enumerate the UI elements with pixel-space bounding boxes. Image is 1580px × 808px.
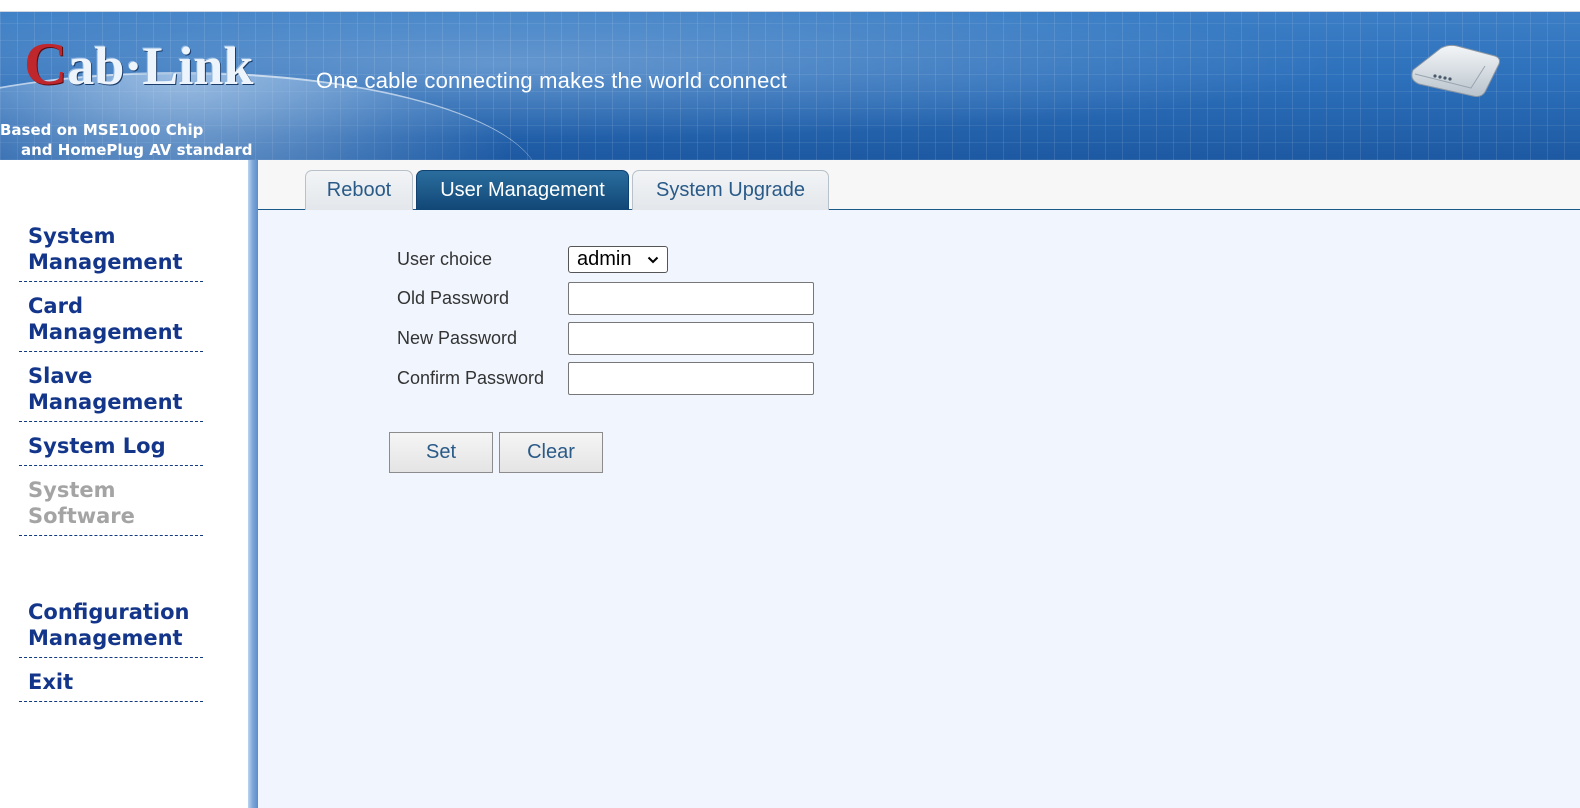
user-choice-select[interactable]: admin	[568, 246, 668, 273]
sidebar-item-exit[interactable]: Exit	[19, 666, 203, 702]
sidebar-item-slave-management[interactable]: Slave Management	[19, 360, 203, 422]
banner-slogan: One cable connecting makes the world con…	[316, 68, 788, 93]
sidebar-item-system-log[interactable]: System Log	[19, 430, 203, 466]
sidebar-item-system-software: System Software	[19, 474, 203, 536]
sidebar-divider	[248, 160, 258, 808]
chip-note: Based on MSE1000 Chip and HomePlug AV st…	[0, 120, 253, 160]
sidebar-nav: System Management Card Management Slave …	[19, 220, 203, 710]
logo-text: ab·Link	[67, 36, 254, 96]
sidebar: System Management Card Management Slave …	[0, 160, 250, 808]
clear-button[interactable]: Clear	[499, 432, 603, 473]
sidebar-item-card-management[interactable]: Card Management	[19, 290, 203, 352]
old-password-label: Old Password	[397, 288, 510, 308]
old-password-field[interactable]	[568, 282, 814, 315]
tab-user-management[interactable]: User Management	[416, 170, 629, 210]
confirm-password-field[interactable]	[568, 362, 814, 395]
user-choice-value: admin	[577, 248, 632, 270]
brand-logo: Cab·Link	[24, 30, 253, 99]
confirm-password-label: Confirm Password	[397, 368, 545, 388]
chevron-down-icon	[647, 256, 659, 264]
sidebar-item-configuration-management[interactable]: Configuration Management	[19, 596, 203, 658]
new-password-field[interactable]	[568, 322, 814, 355]
tab-system-upgrade[interactable]: System Upgrade	[632, 170, 829, 210]
tab-reboot[interactable]: Reboot	[305, 170, 413, 210]
logo-initial: C	[24, 31, 68, 97]
set-button[interactable]: Set	[389, 432, 493, 473]
sidebar-item-system-management[interactable]: System Management	[19, 220, 203, 282]
powerline-device-icon	[1411, 44, 1500, 97]
top-border	[0, 0, 1580, 12]
chip-note-line1: Based on MSE1000 Chip	[0, 121, 204, 139]
new-password-label: New Password	[397, 328, 518, 348]
chip-note-line2: and HomePlug AV standard	[21, 141, 253, 159]
user-choice-label: User choice	[397, 249, 493, 269]
header-banner: Cab·Link One cable connecting makes the …	[0, 12, 1580, 160]
